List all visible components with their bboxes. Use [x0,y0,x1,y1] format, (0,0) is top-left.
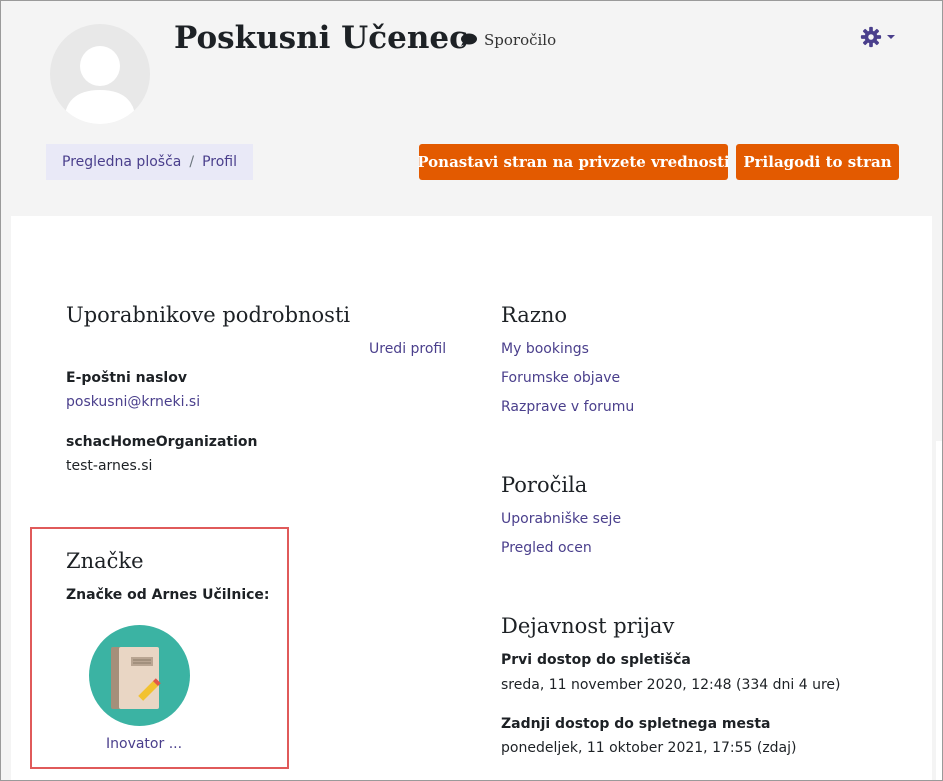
breadcrumb: Pregledna plošča / Profil [46,144,253,180]
badges-subtitle: Značke od Arnes Učilnice: [66,587,270,603]
notebook-pencil-icon [111,647,161,709]
forum-posts-link[interactable]: Forumske objave [501,370,620,386]
org-label: schacHomeOrganization [66,434,258,450]
org-value: test-arnes.si [66,458,153,474]
grades-overview-link[interactable]: Pregled ocen [501,540,592,556]
scrollbar-gap [936,441,942,781]
user-avatar-placeholder-icon [64,46,136,124]
customize-page-button[interactable]: Prilagodi to stran [736,144,899,180]
page-header: Poskusni Učenec Sporočilo Pregledna ploš… [0,0,943,216]
scrollbar-track[interactable] [932,216,943,441]
speech-bubble-icon [461,33,477,46]
email-value-link[interactable]: poskusni@krneki.si [66,394,200,410]
my-bookings-link[interactable]: My bookings [501,341,589,357]
reports-heading: Poročila [501,473,588,497]
first-access-value: sreda, 11 november 2020, 12:48 (334 dni … [501,677,841,693]
message-label: Sporočilo [484,31,557,49]
badges-heading: Značke [66,549,144,573]
gear-icon [860,26,882,48]
user-avatar [50,24,150,124]
settings-menu-toggle[interactable] [860,26,897,48]
edit-profile-link[interactable]: Uredi profil [369,341,446,357]
last-access-label: Zadnji dostop do spletnega mesta [501,716,771,732]
misc-heading: Razno [501,303,568,327]
breadcrumb-item-dashboard[interactable]: Pregledna plošča [62,154,181,170]
last-access-value: ponedeljek, 11 oktober 2021, 17:55 (zdaj… [501,740,797,756]
forum-discussions-link[interactable]: Razprave v forumu [501,399,634,415]
user-details-heading: Uporabnikove podrobnosti [66,303,351,327]
message-link[interactable]: Sporočilo [460,31,556,49]
user-sessions-link[interactable]: Uporabniške seje [501,511,621,527]
email-label: E-poštni naslov [66,370,187,386]
chevron-down-icon [887,35,895,39]
badge-image[interactable] [89,625,190,726]
breadcrumb-item-profile[interactable]: Profil [202,154,237,170]
login-activity-heading: Dejavnost prijav [501,614,675,638]
user-full-name: Poskusni Učenec [174,20,468,56]
first-access-label: Prvi dostop do spletišča [501,652,691,668]
breadcrumb-separator: / [189,154,195,170]
badge-name-link[interactable]: Inovator ... [106,736,182,752]
reset-page-button[interactable]: Ponastavi stran na privzete vrednosti [417,144,730,180]
